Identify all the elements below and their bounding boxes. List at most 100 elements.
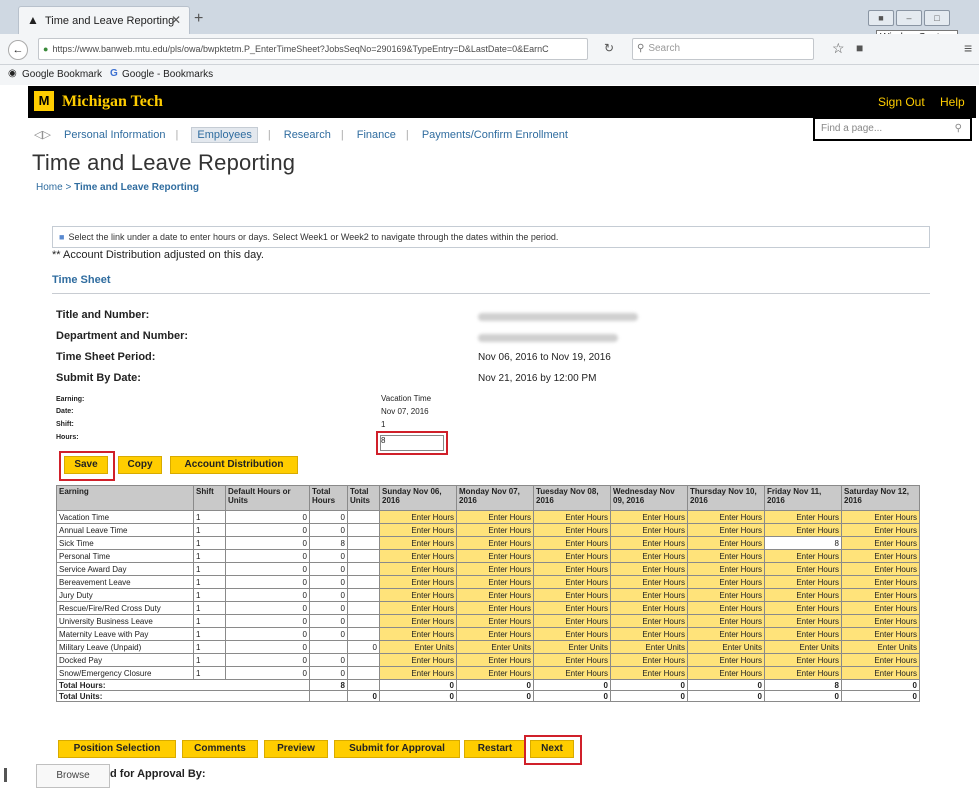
help-link[interactable]: Help [940,95,965,109]
enter-link[interactable]: Enter Hours [764,601,842,615]
enter-link[interactable]: Enter Hours [456,588,534,602]
enter-link[interactable]: Enter Hours [456,653,534,667]
enter-link[interactable]: Enter Hours [533,601,611,615]
enter-link[interactable]: Enter Hours [841,601,920,615]
back-icon[interactable]: ← [8,40,28,60]
sign-out-link[interactable]: Sign Out [878,95,925,109]
enter-link[interactable]: Enter Hours [841,666,920,680]
enter-link[interactable]: Enter Hours [764,627,842,641]
enter-link[interactable]: Enter Hours [841,614,920,628]
enter-link[interactable]: Enter Units [841,640,920,654]
enter-link[interactable]: Enter Hours [841,510,920,524]
enter-link[interactable]: Enter Hours [533,510,611,524]
enter-link[interactable]: Enter Hours [687,666,765,680]
menu-research[interactable]: Research [284,129,331,141]
enter-link[interactable]: Enter Hours [610,588,688,602]
enter-link[interactable]: Enter Hours [841,536,920,550]
enter-link[interactable]: Enter Hours [379,523,457,537]
url-bar[interactable]: ● https://www.banweb.mtu.edu/pls/owa/bwpk… [38,38,588,60]
enter-link[interactable]: Enter Hours [764,588,842,602]
browser-tab[interactable]: ▲ Time and Leave Reporting ✕ [18,6,190,35]
app-icon[interactable]: ■ [868,10,894,26]
enter-link[interactable]: Enter Hours [687,601,765,615]
menu-finance[interactable]: Finance [357,129,396,141]
maximize-icon[interactable]: □ [924,10,950,26]
enter-link[interactable]: Enter Hours [533,666,611,680]
enter-link[interactable]: Enter Hours [764,523,842,537]
menu-employees[interactable]: Employees [191,127,258,143]
enter-link[interactable]: Enter Hours [687,536,765,550]
enter-link[interactable]: Enter Hours [687,627,765,641]
menu-icon[interactable]: ≡ [964,40,972,56]
enter-link[interactable]: Enter Hours [687,588,765,602]
enter-link[interactable]: Enter Hours [379,510,457,524]
enter-link[interactable]: Enter Hours [456,510,534,524]
enter-link[interactable]: Enter Hours [841,523,920,537]
enter-link[interactable]: Enter Hours [456,601,534,615]
enter-link[interactable]: Enter Units [610,640,688,654]
bookmark-google-bookmarks[interactable]: Google - Bookmarks [122,69,213,80]
enter-link[interactable]: Enter Hours [687,549,765,563]
enter-link[interactable]: Enter Units [456,640,534,654]
enter-link[interactable]: Enter Hours [687,653,765,667]
clipboard-icon[interactable]: ■ [856,41,863,55]
reload-icon[interactable]: ↻ [604,41,614,55]
next-button[interactable]: Next [530,740,574,758]
enter-link[interactable]: Enter Hours [687,614,765,628]
enter-link[interactable]: Enter Hours [610,653,688,667]
enter-link[interactable]: Enter Hours [533,523,611,537]
breadcrumb-home[interactable]: Home [36,182,63,193]
mtu-logo-icon[interactable]: M [34,91,54,111]
enter-link[interactable]: Enter Hours [456,523,534,537]
enter-link[interactable]: Enter Units [533,640,611,654]
enter-link[interactable]: Enter Hours [841,549,920,563]
enter-link[interactable]: Enter Hours [379,601,457,615]
position-selection-button[interactable]: Position Selection [58,740,176,758]
copy-button[interactable]: Copy [118,456,162,474]
enter-link[interactable]: Enter Hours [379,549,457,563]
enter-link[interactable]: Enter Hours [764,510,842,524]
enter-link[interactable]: Enter Hours [687,575,765,589]
restart-button[interactable]: Restart [464,740,526,758]
bookmark-star-icon[interactable]: ☆ [832,40,845,57]
comments-button[interactable]: Comments [182,740,258,758]
menu-personal-information[interactable]: Personal Information [64,129,166,141]
preview-button[interactable]: Preview [264,740,328,758]
enter-link[interactable]: Enter Hours [456,627,534,641]
enter-link[interactable]: Enter Hours [764,562,842,576]
enter-link[interactable]: Enter Hours [533,588,611,602]
enter-link[interactable]: Enter Hours [456,562,534,576]
enter-link[interactable]: Enter Units [687,640,765,654]
enter-link[interactable]: Enter Hours [764,549,842,563]
menu-payments[interactable]: Payments/Confirm Enrollment [422,129,568,141]
enter-link[interactable]: Enter Hours [456,614,534,628]
enter-link[interactable]: Enter Hours [379,562,457,576]
brand-name[interactable]: Michigan Tech [62,93,163,111]
enter-link[interactable]: Enter Hours [533,536,611,550]
enter-link[interactable]: Enter Hours [764,614,842,628]
enter-link[interactable]: Enter Hours [456,666,534,680]
minimize-icon[interactable]: – [896,10,922,26]
hours-input[interactable]: 8 [380,435,444,451]
enter-link[interactable]: Enter Hours [533,627,611,641]
enter-link[interactable]: Enter Hours [533,575,611,589]
enter-link[interactable]: Enter Hours [687,523,765,537]
enter-link[interactable]: Enter Hours [764,575,842,589]
enter-link[interactable]: Enter Hours [533,653,611,667]
enter-link[interactable]: Enter Hours [533,549,611,563]
bookmark-google[interactable]: Google Bookmark [22,69,102,80]
enter-link[interactable]: Enter Hours [610,614,688,628]
enter-link[interactable]: Enter Hours [610,627,688,641]
enter-link[interactable]: Enter Hours [610,562,688,576]
browse-button[interactable]: Browse [36,764,110,788]
enter-link[interactable]: Enter Units [379,640,457,654]
enter-link[interactable]: Enter Hours [610,666,688,680]
enter-link[interactable]: Enter Hours [533,562,611,576]
enter-link[interactable]: Enter Hours [841,575,920,589]
enter-link[interactable]: Enter Units [764,640,842,654]
enter-link[interactable]: Enter Hours [379,627,457,641]
new-tab-icon[interactable]: + [194,10,203,28]
enter-link[interactable]: Enter Hours [687,510,765,524]
enter-link[interactable]: Enter Hours [379,653,457,667]
enter-link[interactable]: Enter Hours [379,614,457,628]
